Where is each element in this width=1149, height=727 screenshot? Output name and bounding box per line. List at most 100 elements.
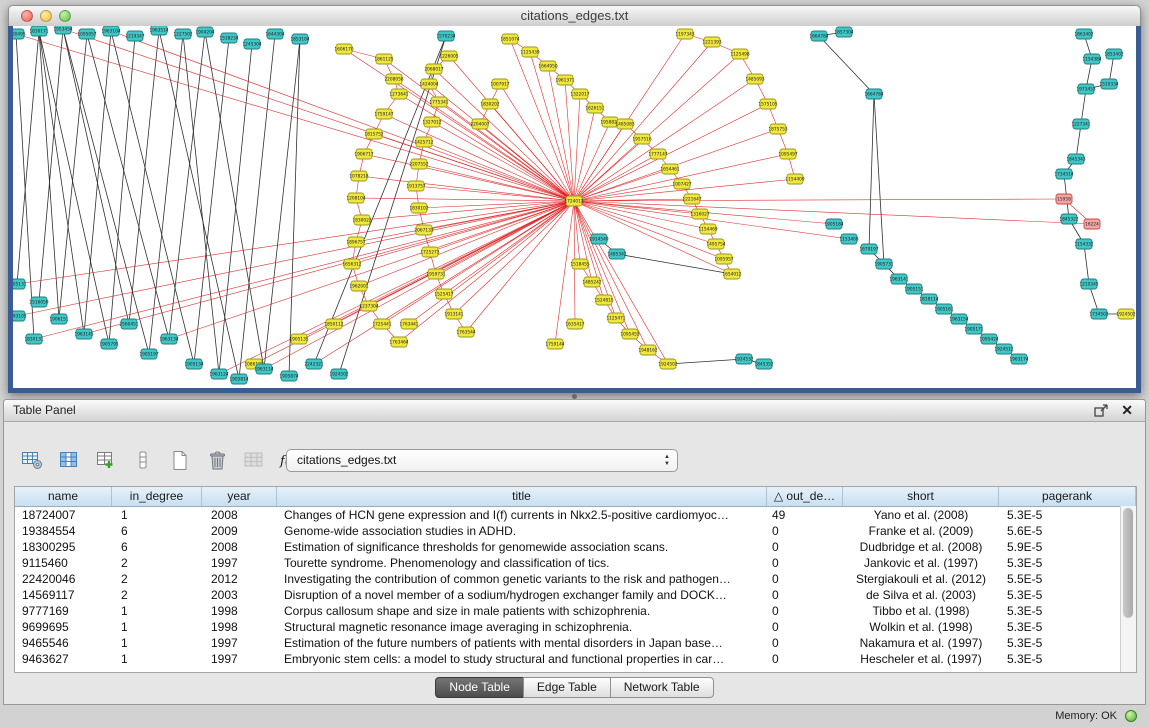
- network-edge[interactable]: [574, 154, 788, 201]
- network-node[interactable]: 1963124: [209, 369, 228, 379]
- network-edge[interactable]: [194, 38, 229, 364]
- network-node[interactable]: 15958: [1056, 194, 1072, 204]
- network-edge[interactable]: [17, 201, 574, 284]
- network-node[interactable]: 1153409: [839, 234, 858, 244]
- table-cell[interactable]: Tibbo et al. (1998): [843, 603, 999, 619]
- table-selector-dropdown[interactable]: citations_edges.txt ▲▼: [286, 449, 678, 472]
- network-node[interactable]: 1959731: [426, 269, 445, 279]
- network-edge[interactable]: [219, 201, 574, 374]
- table-cell[interactable]: 5.3E-5: [999, 619, 1136, 635]
- network-node[interactable]: 1775341: [429, 97, 448, 107]
- table-cell[interactable]: Tourette syndrome. Phenomenology and cla…: [277, 555, 767, 571]
- column-header-3[interactable]: title: [277, 487, 767, 506]
- network-node[interactable]: 1830202: [480, 99, 499, 109]
- table-scrollbar[interactable]: [1120, 506, 1136, 672]
- network-edge[interactable]: [39, 31, 84, 334]
- network-node[interactable]: 1851074: [500, 34, 519, 44]
- close-panel-icon[interactable]: ✕: [1121, 400, 1133, 421]
- network-node[interactable]: 1500495: [13, 29, 26, 39]
- network-node[interactable]: 1759144: [545, 339, 564, 349]
- table-cell[interactable]: Embryonic stem cells: a model to study s…: [277, 651, 767, 667]
- table-cell[interactable]: 5.3E-5: [999, 651, 1136, 667]
- window-titlebar[interactable]: citations_edges.txt: [8, 5, 1141, 28]
- table-cell[interactable]: 5.6E-5: [999, 523, 1136, 539]
- network-edge[interactable]: [16, 34, 574, 201]
- tab-network-table[interactable]: Network Table: [610, 677, 714, 698]
- column-header-1[interactable]: in_degree: [112, 487, 202, 506]
- import-table-icon[interactable]: [241, 448, 267, 472]
- network-edge[interactable]: [530, 52, 574, 201]
- table-cell[interactable]: 0: [767, 523, 843, 539]
- network-edge[interactable]: [574, 108, 595, 201]
- network-node[interactable]: 1906151: [49, 314, 68, 324]
- table-cell[interactable]: 5.5E-5: [999, 571, 1136, 587]
- network-node[interactable]: 1095424: [979, 334, 998, 344]
- network-node[interactable]: 1857304: [834, 27, 853, 37]
- network-node[interactable]: 1905134: [184, 359, 203, 369]
- network-svg[interactable]: 1724012160617018611252208058127364117591…: [13, 26, 1136, 388]
- network-node[interactable]: 1219347: [125, 31, 144, 41]
- network-node[interactable]: 1095957: [714, 254, 733, 264]
- network-node[interactable]: 1724012: [564, 196, 583, 206]
- network-node[interactable]: 2208058: [384, 74, 403, 84]
- table-cell[interactable]: de Silva et al. (2003): [843, 587, 999, 603]
- network-node[interactable]: 1905197: [139, 349, 158, 359]
- network-node[interactable]: 1078218: [349, 171, 368, 181]
- network-node[interactable]: 1154469: [698, 224, 717, 234]
- network-node[interactable]: 1518455: [570, 259, 589, 269]
- network-node[interactable]: 1905874: [279, 371, 298, 381]
- network-node[interactable]: 1913757: [406, 181, 425, 191]
- network-edge[interactable]: [111, 31, 574, 201]
- network-edge[interactable]: [39, 29, 63, 302]
- table-cell[interactable]: 1998: [202, 603, 277, 619]
- table-cell[interactable]: 1998: [202, 619, 277, 635]
- table-cell[interactable]: 2: [112, 587, 202, 603]
- network-node[interactable]: 1905161: [934, 304, 953, 314]
- column-header-6[interactable]: pagerank: [999, 487, 1136, 506]
- table-cell[interactable]: 0: [767, 555, 843, 571]
- network-node[interactable]: 1963514: [149, 26, 168, 35]
- network-edge[interactable]: [399, 201, 574, 342]
- network-node[interactable]: 1963174: [1009, 354, 1028, 364]
- network-node[interactable]: 1913141: [444, 309, 463, 319]
- network-node[interactable]: 1485093: [745, 74, 764, 84]
- network-node[interactable]: 1227341: [1071, 119, 1090, 129]
- network-node[interactable]: 1485083: [615, 119, 634, 129]
- table-cell[interactable]: 2008: [202, 539, 277, 555]
- network-node[interactable]: 1197343: [675, 29, 694, 39]
- network-node[interactable]: 1961371: [555, 75, 574, 85]
- network-node[interactable]: 1905184: [824, 219, 843, 229]
- network-node[interactable]: 1905135: [289, 334, 308, 344]
- table-cell[interactable]: Estimation of the future numbers of pati…: [277, 635, 767, 651]
- network-node[interactable]: 1664950: [538, 61, 557, 71]
- network-node[interactable]: 1226005: [439, 51, 458, 61]
- network-node[interactable]: 1905731: [874, 259, 893, 269]
- network-node[interactable]: 1007427: [672, 179, 691, 189]
- network-edge[interactable]: [356, 198, 574, 201]
- network-node[interactable]: 1963104: [101, 26, 120, 36]
- table-cell[interactable]: 9777169: [15, 603, 112, 619]
- network-node[interactable]: 1095453: [620, 329, 639, 339]
- table-cell[interactable]: 19384554: [15, 523, 112, 539]
- network-node[interactable]: 1424004: [419, 79, 438, 89]
- table-cell[interactable]: Disruption of a novel member of a sodium…: [277, 587, 767, 603]
- network-node[interactable]: 2242321: [304, 359, 323, 369]
- table-row[interactable]: 946362711997Embryonic stem cells: a mode…: [15, 651, 1136, 667]
- network-node[interactable]: 1734514: [1054, 169, 1073, 179]
- network-node[interactable]: 1777147: [648, 149, 667, 159]
- column-icon[interactable]: [130, 448, 156, 472]
- network-node[interactable]: 1210345: [1079, 279, 1098, 289]
- network-node[interactable]: 1963154: [949, 314, 968, 324]
- table-cell[interactable]: 18300295: [15, 539, 112, 555]
- table-cell[interactable]: 1: [112, 507, 202, 523]
- close-window-button[interactable]: [21, 10, 33, 22]
- network-node[interactable]: 1924512: [994, 344, 1013, 354]
- network-node[interactable]: 1644304: [265, 29, 284, 39]
- network-node[interactable]: 1906717: [354, 149, 373, 159]
- network-node[interactable]: 1962001: [349, 281, 368, 291]
- network-edge[interactable]: [84, 201, 574, 334]
- network-node[interactable]: 1221647: [682, 194, 701, 204]
- table-cell[interactable]: 5.3E-5: [999, 587, 1136, 603]
- network-node[interactable]: 16224: [1084, 219, 1100, 229]
- table-options-icon[interactable]: [19, 448, 45, 472]
